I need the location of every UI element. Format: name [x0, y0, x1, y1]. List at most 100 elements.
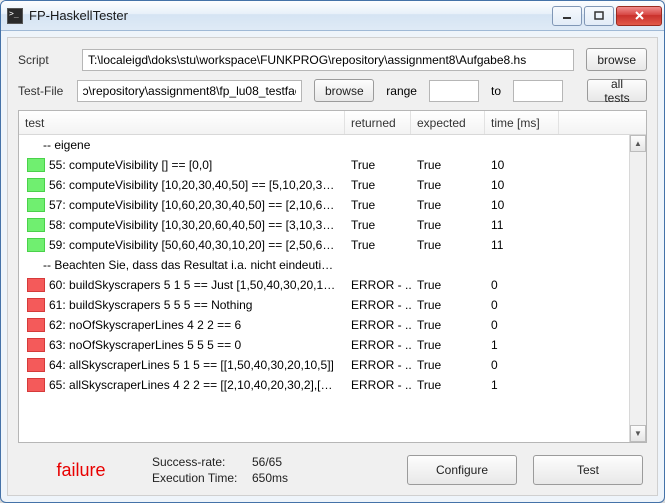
- table-row[interactable]: -- Beachten Sie, dass das Resultat i.a. …: [19, 255, 629, 275]
- configure-button[interactable]: Configure: [407, 455, 517, 485]
- scroll-track[interactable]: [630, 152, 646, 425]
- cell-test: 63: noOfSkyscraperLines 5 5 5 == 0: [19, 335, 345, 355]
- table-row[interactable]: 65: allSkyscraperLines 4 2 2 == [[2,10,4…: [19, 375, 629, 395]
- status-badge: [27, 278, 45, 292]
- cell-test: 65: allSkyscraperLines 4 2 2 == [[2,10,4…: [19, 375, 345, 395]
- cell-returned: ERROR - ...: [345, 355, 411, 375]
- table-row[interactable]: 60: buildSkyscrapers 5 1 5 == Just [1,50…: [19, 275, 629, 295]
- cell-test: 60: buildSkyscrapers 5 1 5 == Just [1,50…: [19, 275, 345, 295]
- testfile-row: Test-File browse range to all tests: [18, 79, 647, 102]
- footer: failure Success-rate: 56/65 Execution Ti…: [18, 451, 647, 485]
- cell-returned: ERROR - ...: [345, 275, 411, 295]
- cell-expected: True: [411, 235, 485, 255]
- minimize-button[interactable]: [552, 6, 582, 26]
- cell-returned: ERROR - ...: [345, 315, 411, 335]
- cell-test: 58: computeVisibility [10,30,20,60,40,50…: [19, 215, 345, 235]
- test-text: -- Beachten Sie, dass das Resultat i.a. …: [43, 258, 339, 272]
- table-row[interactable]: 57: computeVisibility [10,60,20,30,40,50…: [19, 195, 629, 215]
- table-row[interactable]: 63: noOfSkyscraperLines 5 5 5 == 0 ERROR …: [19, 335, 629, 355]
- header-returned[interactable]: returned: [345, 111, 411, 134]
- test-text: 60: buildSkyscrapers 5 1 5 == Just [1,50…: [49, 278, 339, 292]
- table-row[interactable]: 55: computeVisibility [] == [0,0]TrueTru…: [19, 155, 629, 175]
- all-tests-button[interactable]: all tests: [587, 79, 647, 102]
- titlebar[interactable]: FP-HaskellTester: [1, 1, 664, 31]
- cell-time: 0: [485, 295, 559, 315]
- close-button[interactable]: [616, 6, 662, 26]
- scroll-up-button[interactable]: ▲: [630, 135, 646, 152]
- header-test[interactable]: test: [19, 111, 345, 134]
- window-buttons: [552, 6, 662, 26]
- cell-returned: True: [345, 175, 411, 195]
- close-icon: [634, 10, 645, 21]
- cell-test: 57: computeVisibility [10,60,20,30,40,50…: [19, 195, 345, 215]
- range-to-input[interactable]: [513, 80, 563, 102]
- table-row[interactable]: 58: computeVisibility [10,30,20,60,40,50…: [19, 215, 629, 235]
- test-text: 63: noOfSkyscraperLines 5 5 5 == 0: [49, 338, 241, 352]
- cell-expected: True: [411, 195, 485, 215]
- table-row[interactable]: 64: allSkyscraperLines 5 1 5 == [[1,50,4…: [19, 355, 629, 375]
- app-icon: [7, 8, 23, 24]
- scroll-down-button[interactable]: ▼: [630, 425, 646, 442]
- execution-time-label: Execution Time:: [152, 471, 252, 485]
- status-badge: [27, 358, 45, 372]
- status-text: failure: [26, 460, 136, 481]
- cell-expected: True: [411, 275, 485, 295]
- cell-time: 0: [485, 355, 559, 375]
- test-button[interactable]: Test: [533, 455, 643, 485]
- cell-returned: True: [345, 195, 411, 215]
- table-row[interactable]: 56: computeVisibility [10,20,30,40,50] =…: [19, 175, 629, 195]
- cell-test: -- Beachten Sie, dass das Resultat i.a. …: [19, 255, 345, 275]
- maximize-icon: [594, 11, 604, 21]
- table-body[interactable]: -- eigene 55: computeVisibility [] == [0,…: [19, 135, 629, 442]
- table-row[interactable]: 61: buildSkyscrapers 5 5 5 == NothingERR…: [19, 295, 629, 315]
- status-badge: [27, 338, 45, 352]
- status-badge: [27, 298, 45, 312]
- header-time[interactable]: time [ms]: [485, 111, 559, 134]
- cell-expected: True: [411, 375, 485, 395]
- vertical-scrollbar[interactable]: ▲ ▼: [629, 135, 646, 442]
- range-to-label: to: [491, 84, 501, 98]
- cell-time: 10: [485, 195, 559, 215]
- table-row[interactable]: 62: noOfSkyscraperLines 4 2 2 == 6ERROR …: [19, 315, 629, 335]
- cell-time: 11: [485, 215, 559, 235]
- script-input[interactable]: [82, 49, 574, 71]
- status-badge: [27, 318, 45, 332]
- status-badge: [27, 158, 45, 172]
- status-badge: [27, 178, 45, 192]
- minimize-icon: [562, 11, 572, 21]
- table-header[interactable]: test returned expected time [ms]: [19, 111, 646, 135]
- table-row[interactable]: 59: computeVisibility [50,60,40,30,10,20…: [19, 235, 629, 255]
- header-expected[interactable]: expected: [411, 111, 485, 134]
- cell-time: 11: [485, 235, 559, 255]
- maximize-button[interactable]: [584, 6, 614, 26]
- range-from-input[interactable]: [429, 80, 479, 102]
- cell-expected: True: [411, 175, 485, 195]
- cell-time: 0: [485, 315, 559, 335]
- cell-expected: [411, 135, 485, 155]
- test-text: 61: buildSkyscrapers 5 5 5 == Nothing: [49, 298, 252, 312]
- cell-time: [485, 135, 559, 155]
- success-rate-value: 56/65: [252, 455, 282, 469]
- testfile-input[interactable]: [77, 80, 303, 102]
- cell-test: 59: computeVisibility [50,60,40,30,10,20…: [19, 235, 345, 255]
- test-text: 59: computeVisibility [50,60,40,30,10,20…: [49, 238, 339, 252]
- cell-test: 64: allSkyscraperLines 5 1 5 == [[1,50,4…: [19, 355, 345, 375]
- browse-testfile-button[interactable]: browse: [314, 79, 374, 102]
- cell-test: -- eigene: [19, 135, 345, 155]
- test-text: 65: allSkyscraperLines 4 2 2 == [[2,10,4…: [49, 378, 339, 392]
- cell-test: 61: buildSkyscrapers 5 5 5 == Nothing: [19, 295, 345, 315]
- cell-expected: True: [411, 155, 485, 175]
- cell-returned: ERROR - ...: [345, 335, 411, 355]
- results-table: test returned expected time [ms] -- eige…: [18, 110, 647, 443]
- test-text: 64: allSkyscraperLines 5 1 5 == [[1,50,4…: [49, 358, 334, 372]
- status-badge: [27, 238, 45, 252]
- cell-returned: True: [345, 215, 411, 235]
- cell-expected: True: [411, 295, 485, 315]
- table-row[interactable]: -- eigene: [19, 135, 629, 155]
- cell-expected: True: [411, 355, 485, 375]
- browse-script-button[interactable]: browse: [586, 48, 647, 71]
- test-text: -- eigene: [43, 138, 90, 152]
- cell-returned: ERROR - ...: [345, 375, 411, 395]
- success-rate-label: Success-rate:: [152, 455, 252, 469]
- cell-returned: [345, 135, 411, 155]
